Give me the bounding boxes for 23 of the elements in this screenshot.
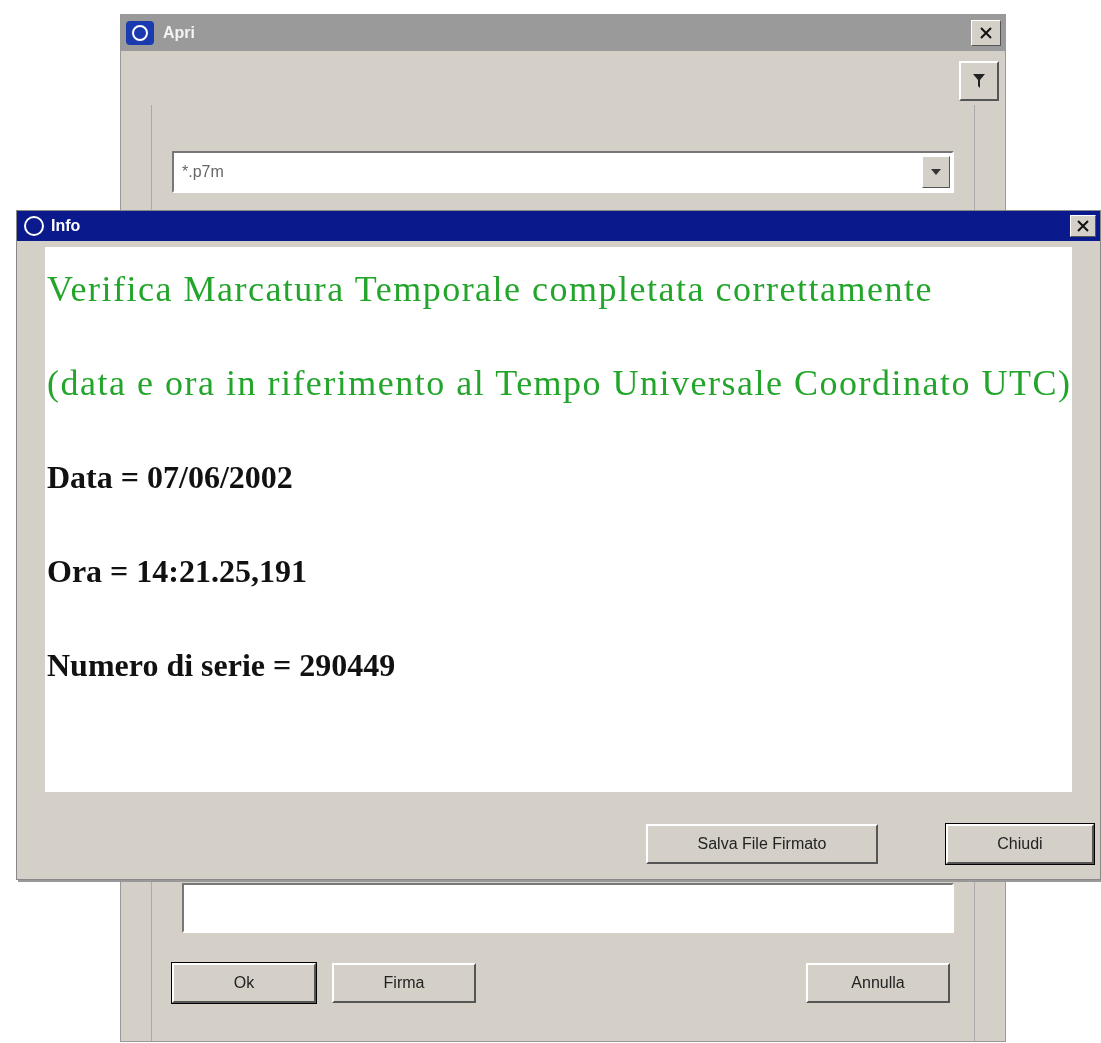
file-list[interactable]	[182, 883, 954, 933]
message-line: Numero di serie = 290449	[47, 646, 397, 685]
close-icon	[980, 27, 992, 39]
window-title: Apri	[163, 23, 195, 43]
close-icon	[1077, 220, 1089, 232]
dialog-button[interactable]: Salva File Firmato	[646, 824, 878, 864]
dropdown-arrow-icon	[931, 169, 941, 175]
dialog-button[interactable]: Annulla	[806, 963, 950, 1003]
message-line: Ora = 14:21.25,191	[47, 552, 308, 591]
window-title: Info	[51, 216, 81, 236]
message-line: Data = 07/06/2002	[47, 458, 294, 497]
close-button[interactable]	[1070, 215, 1096, 237]
app-icon	[125, 20, 155, 46]
message-line: (data e ora in riferimento al Tempo Universale Coordinato UTC)	[47, 362, 1072, 405]
message-line: Verifica Marcatura Temporale completata correttamente	[47, 268, 934, 311]
funnel-icon	[972, 72, 986, 90]
close-button[interactable]	[971, 20, 1001, 46]
file-filter-dropdown[interactable]: *.p7m	[172, 151, 954, 193]
dialog-button[interactable]: Firma	[332, 963, 476, 1003]
filter-button[interactable]	[959, 61, 999, 101]
app-icon	[21, 214, 47, 238]
dialog-button[interactable]: Ok	[172, 963, 316, 1003]
dialog-button[interactable]: Chiudi	[946, 824, 1094, 864]
